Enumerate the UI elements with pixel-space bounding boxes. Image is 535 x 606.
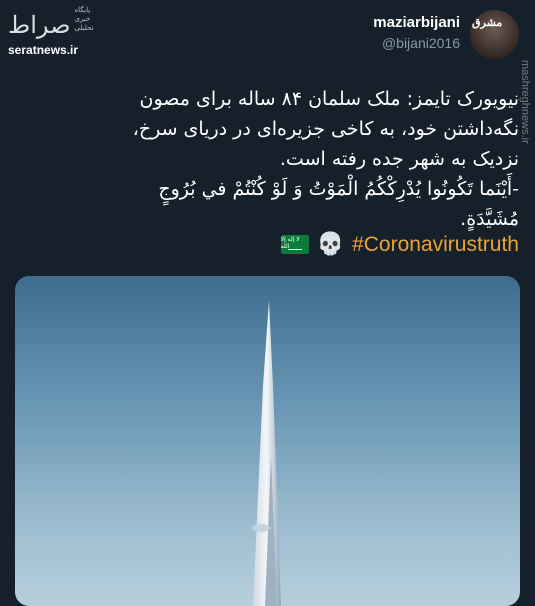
skull-icon: 💀 [316,232,345,257]
hashtag-line: لا إله إلا الله 💀 #Coronavirustruth [280,232,519,257]
seratnews-logo: صراط پایگاه خبری تحلیلی [8,6,108,37]
hashtag-link[interactable]: #Coronavirustruth [352,233,519,257]
tower-illustration [252,300,281,606]
seratnews-watermark: صراط پایگاه خبری تحلیلی seratnews.ir [8,6,108,57]
tweet-line: نگه‌داشتن خود، به کاخی جزیره‌ای در دریای… [132,118,519,140]
tweet-line: -أَيْنَما تَكُونُوا يُدْرِكْكُمُ الْمَوْ… [158,178,519,200]
tweet-text: نیویورک تایمز: ملک سلمان ۸۴ ساله برای مص… [20,84,519,234]
tweet-line: مُشَيَّدَةٍ. [460,208,519,230]
avatar[interactable]: مشرق [470,10,519,59]
tweet-line: نزدیک به شهر جده رفته است. [279,148,519,170]
seratnews-logo-subtitle: پایگاه خبری تحلیلی [74,6,94,32]
avatar-badge: مشرق [472,16,503,29]
tweet-media-image[interactable] [15,276,520,606]
author-handle[interactable]: @bijani2016 [373,35,460,51]
side-watermark: mashreghnews.ir [519,60,531,144]
seratnews-logo-text: صراط [8,11,71,39]
seratnews-site: seratnews.ir [8,43,79,57]
tweet-header: maziarbijani @bijani2016 مشرق [373,10,519,59]
author-names: maziarbijani @bijani2016 [373,14,460,51]
author-display-name[interactable]: maziarbijani [373,14,460,31]
saudi-flag-icon: لا إله إلا الله [280,235,309,254]
tweet-line: نیویورک تایمز: ملک سلمان ۸۴ ساله برای مص… [139,88,519,110]
